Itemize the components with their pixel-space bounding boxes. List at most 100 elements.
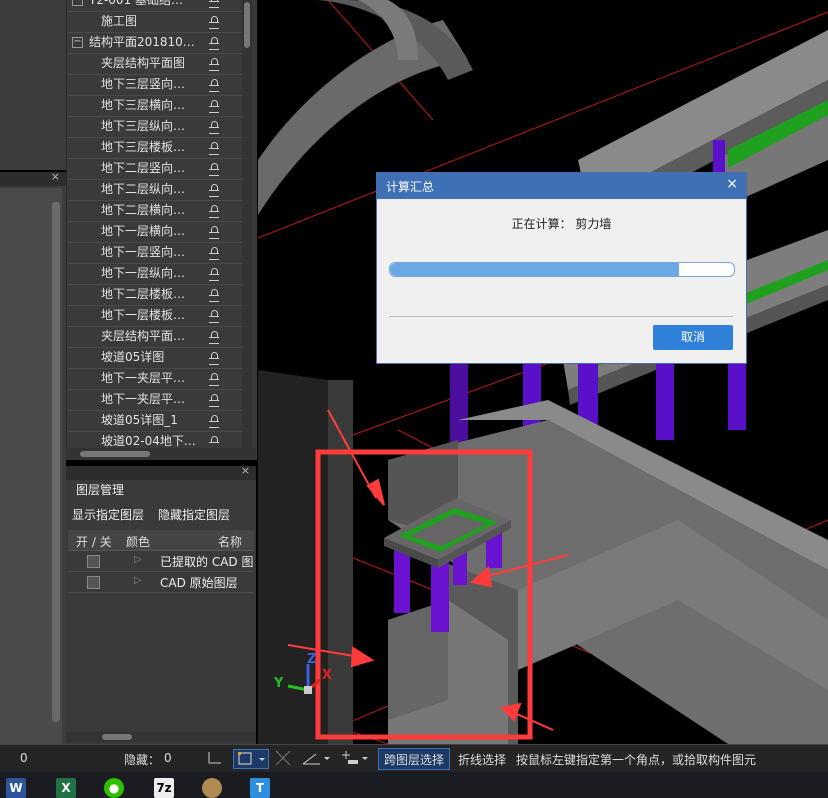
lock-icon[interactable] <box>209 37 219 50</box>
offset-icon[interactable] <box>338 749 372 767</box>
cancel-button[interactable]: 取消 <box>653 325 733 350</box>
lock-icon[interactable] <box>209 79 219 92</box>
lock-icon[interactable] <box>209 310 219 323</box>
layer-name: CAD 原始图层 <box>160 576 238 590</box>
close-icon[interactable]: × <box>51 170 60 183</box>
layer-horizontal-scrollbar[interactable] <box>66 732 256 742</box>
polyline-select-button[interactable]: 折线选择 <box>458 751 506 768</box>
hidden-label: 隐藏： <box>124 753 161 767</box>
lock-icon[interactable] <box>209 247 219 260</box>
tree-item[interactable]: − 结构平面201810… <box>67 32 243 54</box>
lock-icon[interactable] <box>209 58 219 71</box>
lock-icon[interactable] <box>209 436 219 449</box>
pet-icon[interactable] <box>202 778 222 798</box>
lock-icon[interactable] <box>209 373 219 386</box>
lock-icon[interactable] <box>209 163 219 176</box>
tree-item[interactable]: 地下三层楼板… <box>67 137 243 159</box>
tree-item-label: 地下三层纵向… <box>101 119 186 133</box>
lock-icon[interactable] <box>209 394 219 407</box>
tree-item[interactable]: 坡道05详图 <box>67 347 243 369</box>
hidden-value: 0 <box>164 751 172 765</box>
layer-visible-checkbox[interactable] <box>87 576 100 589</box>
layer-name: 已提取的 CAD 图 <box>160 555 254 569</box>
tree-item-label: 夹层结构平面图 <box>101 56 186 70</box>
tree-item[interactable]: 夹层结构平面图 <box>67 53 243 75</box>
show-layers-button[interactable]: 显示指定图层 <box>72 506 144 523</box>
tree-item-label: 施工图 <box>101 14 138 28</box>
tree-vertical-scrollbar[interactable] <box>242 0 252 460</box>
collapse-icon[interactable]: − <box>72 37 83 48</box>
cross-snap-icon[interactable] <box>272 749 294 767</box>
tree-item[interactable]: 地下一层横向… <box>67 221 243 243</box>
lock-icon[interactable] <box>209 331 219 344</box>
layer-row[interactable]: ▷ 已提取的 CAD 图 <box>68 551 254 572</box>
close-icon[interactable]: × <box>241 464 250 477</box>
ortho-icon[interactable] <box>204 749 226 767</box>
dialog-title: 计算汇总 <box>386 180 435 194</box>
tree-item-label: 地下一层竖向… <box>101 245 186 259</box>
lock-icon[interactable] <box>209 415 219 428</box>
header-color: 颜色 <box>126 535 151 549</box>
angle-icon[interactable] <box>300 749 334 767</box>
tree-item[interactable]: 地下二层楼板… <box>67 284 243 306</box>
lock-icon[interactable] <box>209 352 219 365</box>
tree-item[interactable]: 夹层结构平面… <box>67 326 243 348</box>
layer-table-header: 开 / 关 颜色 名称 <box>68 530 254 551</box>
hide-layers-button[interactable]: 隐藏指定图层 <box>158 506 230 523</box>
tree-item-label: 坡道05详图_1 <box>101 413 178 427</box>
tree-item[interactable]: 地下三层纵向… <box>67 116 243 138</box>
dialog-titlebar[interactable]: 计算汇总 × <box>377 173 746 199</box>
lock-icon[interactable] <box>209 289 219 302</box>
tree-item[interactable]: 地下一层竖向… <box>67 242 243 264</box>
progress-bar <box>389 262 735 277</box>
excel-icon[interactable]: X <box>56 778 76 798</box>
3d-viewport[interactable]: Z Y X <box>258 0 828 744</box>
tree-item[interactable]: 坡道05详图_1 <box>67 410 243 432</box>
collapse-icon[interactable]: − <box>72 0 83 6</box>
layer-panel-title: 图层管理 <box>76 483 125 497</box>
expand-arrow-icon[interactable]: ▷ <box>134 554 142 565</box>
divider <box>389 316 733 317</box>
tree-item[interactable]: 地下一夹层平… <box>67 389 243 411</box>
layer-row[interactable]: ▷ CAD 原始图层 <box>68 572 254 593</box>
tree-item[interactable]: 地下二层竖向… <box>67 158 243 180</box>
cross-layer-select-label[interactable]: 跨图层选择 <box>384 751 444 768</box>
lock-icon[interactable] <box>209 16 219 29</box>
header-onoff: 开 / 关 <box>76 535 112 549</box>
tree-item-label: 地下三层竖向… <box>101 77 186 91</box>
tree-item[interactable]: 地下一层纵向… <box>67 263 243 285</box>
lock-icon[interactable] <box>209 100 219 113</box>
lock-icon[interactable] <box>209 0 219 8</box>
tree-item[interactable]: 地下一夹层平… <box>67 368 243 390</box>
lock-icon[interactable] <box>209 184 219 197</box>
left-scrollbar[interactable] <box>52 202 60 722</box>
snap-icon[interactable] <box>233 749 269 769</box>
header-name: 名称 <box>218 535 243 549</box>
tree-item-label: 地下三层楼板… <box>101 140 186 154</box>
lock-icon[interactable] <box>209 142 219 155</box>
calculation-summary-dialog: 计算汇总 × 正在计算： 剪力墙 取消 <box>376 172 747 364</box>
7zip-icon[interactable]: 7z <box>154 778 174 798</box>
expand-arrow-icon[interactable]: ▷ <box>134 575 142 586</box>
close-icon[interactable]: × <box>726 176 738 192</box>
3d-model-scene <box>258 0 828 744</box>
lock-icon[interactable] <box>209 121 219 134</box>
tree-item[interactable]: 施工图 <box>67 11 243 33</box>
lock-icon[interactable] <box>209 226 219 239</box>
tree-item[interactable]: 地下三层横向… <box>67 95 243 117</box>
tree-item-label: 坡道05详图 <box>101 350 165 364</box>
layer-visible-checkbox[interactable] <box>87 555 100 568</box>
lock-icon[interactable] <box>209 268 219 281</box>
tree-item[interactable]: 地下三层竖向… <box>67 74 243 96</box>
tree-item[interactable]: 地下二层纵向… <box>67 179 243 201</box>
left-dock-panel: × <box>0 170 66 744</box>
tree-item-label: 夹层结构平面… <box>101 329 186 343</box>
tree-item[interactable]: 地下二层横向… <box>67 200 243 222</box>
tree-horizontal-scrollbar[interactable] <box>66 448 256 460</box>
word-icon[interactable]: W <box>6 778 26 798</box>
tree-item-label: 地下二层横向… <box>101 203 186 217</box>
lock-icon[interactable] <box>209 205 219 218</box>
t-app-icon[interactable]: T <box>250 778 270 798</box>
wechat-icon[interactable]: ● <box>104 778 124 798</box>
tree-item[interactable]: 地下一层楼板… <box>67 305 243 327</box>
